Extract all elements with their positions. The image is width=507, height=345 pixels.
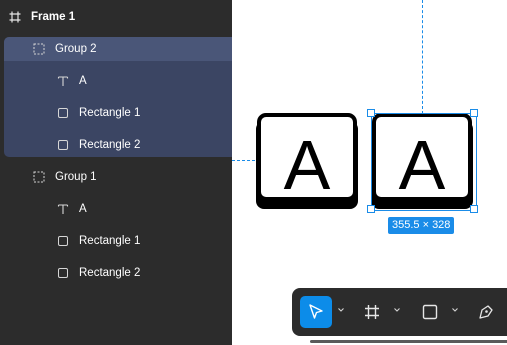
cursor-icon — [309, 304, 323, 319]
layer-group-1[interactable]: Group 1 — [0, 161, 232, 193]
rectangle-icon — [57, 267, 69, 279]
layer-frame-1[interactable]: Frame 1 — [0, 1, 232, 33]
shape-tool-button[interactable] — [414, 296, 446, 328]
resize-handle-bottom-right[interactable] — [470, 205, 478, 213]
layer-text-a[interactable]: A — [0, 65, 232, 97]
chevron-down-icon[interactable] — [393, 306, 401, 314]
layer-text-a[interactable]: A — [0, 193, 232, 225]
layer-rectangle-2[interactable]: Rectangle 2 — [0, 129, 232, 161]
frame-icon — [9, 11, 21, 23]
layer-label: Rectangle 2 — [79, 267, 141, 279]
layer-label: Rectangle 2 — [79, 139, 141, 151]
selection-box — [371, 113, 477, 211]
key-group-1[interactable]: A — [256, 113, 360, 211]
pen-tool-button[interactable] — [470, 296, 502, 328]
text-icon — [57, 203, 69, 215]
resize-handle-top-left[interactable] — [367, 109, 375, 117]
resize-handle-bottom-left[interactable] — [367, 205, 375, 213]
vertical-guide — [422, 0, 423, 114]
chevron-down-icon[interactable] — [337, 306, 345, 314]
group-icon — [33, 171, 45, 183]
rectangle-icon — [57, 235, 69, 247]
text-icon — [57, 75, 69, 87]
resize-handle-top-right[interactable] — [470, 109, 478, 117]
layer-label: Group 2 — [55, 43, 97, 55]
layer-label: Frame 1 — [31, 11, 76, 23]
layers-panel: Frame 1 Group 2 A Rectangle 1 Rectangle … — [0, 0, 251, 345]
layer-rectangle-1[interactable]: Rectangle 1 — [0, 225, 232, 257]
key-letter: A — [284, 126, 331, 204]
frame-tool-button[interactable] — [356, 296, 388, 328]
layer-label: Rectangle 1 — [79, 107, 141, 119]
move-tool-button[interactable] — [300, 296, 332, 328]
layer-label: Group 1 — [55, 171, 97, 183]
layer-rectangle-2[interactable]: Rectangle 2 — [0, 257, 232, 289]
toolbar-scrollbar[interactable] — [310, 340, 507, 343]
frame-icon — [365, 305, 379, 319]
selection-size-badge: 355.5 × 328 — [388, 217, 455, 234]
chevron-down-icon[interactable] — [451, 306, 459, 314]
layer-label: A — [79, 203, 87, 215]
layer-rectangle-1[interactable]: Rectangle 1 — [0, 97, 232, 129]
bottom-toolbar — [292, 288, 507, 336]
rectangle-icon — [57, 107, 69, 119]
group-icon — [33, 43, 45, 55]
layer-label: A — [79, 75, 87, 87]
rectangle-icon — [57, 139, 69, 151]
layer-group-2[interactable]: Group 2 — [0, 33, 232, 65]
pen-icon — [479, 305, 493, 319]
rectangle-icon — [422, 304, 438, 320]
layer-label: Rectangle 1 — [79, 235, 141, 247]
